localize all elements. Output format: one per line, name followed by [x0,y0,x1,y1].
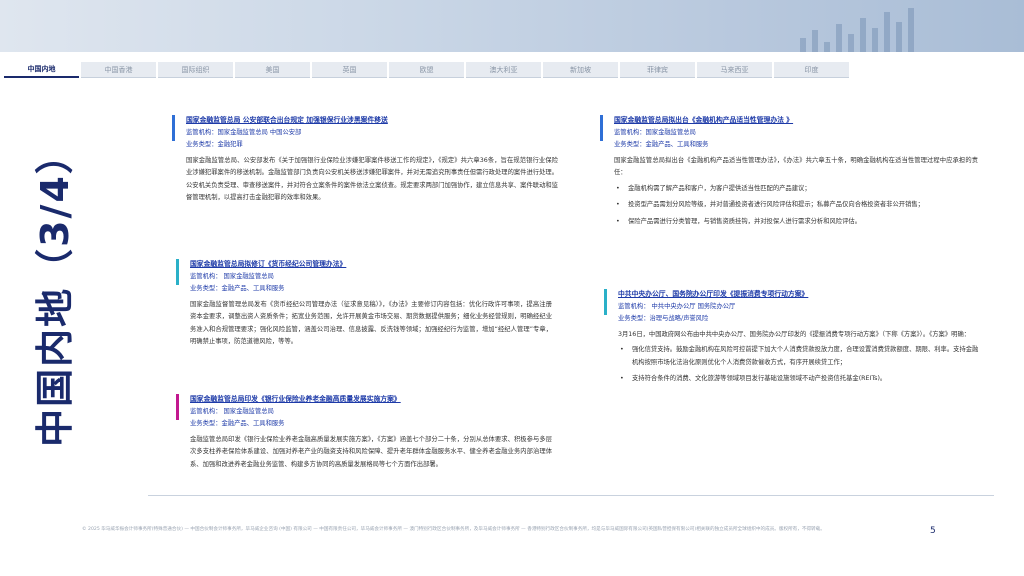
banner-bar [836,24,842,52]
card-regulator: 监管机构：国家金融监管总局 中国公安部 [186,128,302,136]
banner-bar [872,28,878,52]
card-category: 业务类型：金融产品、工具和服务 [190,420,285,427]
bullet-item: 投资型产品需划分风险等级，并对普通投资者进行风险评估和提示；私募产品仅向合格投资… [614,199,978,212]
copyright-footer: © 2025 毕马威华振会计师事务所(特殊普通合伙) — 中国合伙制会计师事务所… [82,527,825,532]
tab-malaysia[interactable]: 马来西亚 [697,62,772,78]
footer-divider [148,495,994,496]
card-category: 业务类型：金融犯罪 [186,141,243,148]
side-title: 中国内地（3/4） [32,133,77,447]
banner-bar [896,22,902,52]
banner-bar [824,42,830,52]
card-accent [600,115,603,141]
tab-uk[interactable]: 英国 [312,62,387,78]
tab-eu[interactable]: 欧盟 [389,62,464,78]
card-body: 金融监管总局印发《银行业保险业养老金融高质量发展实施方案》，《方案》涵盖七个部分… [190,435,552,468]
news-card: 中共中央办公厅、国务院办公厅印发《提振消费专项行动方案》 监管机构： 中共中央办… [604,288,980,390]
tab-mainland-china[interactable]: 中国内地 [4,62,79,78]
card-accent [176,394,179,420]
page-number: 5 [930,526,936,536]
news-card: 国家金融监管总局拟修订《货币经纪公司管理办法》 监管机构： 国家金融监管总局 业… [176,258,552,349]
card-category: 业务类型：治理与战略/声誉风险 [618,315,709,322]
tab-australia[interactable]: 澳大利亚 [466,62,541,78]
banner-bar [848,34,854,52]
news-card: 国家金融监管总局拟出台《金融机构产品适当性管理办法 》 监管机构：国家金融监管总… [600,114,978,232]
card-accent [172,115,175,141]
banner-bar [884,12,890,52]
banner-bar [860,18,866,52]
card-headline[interactable]: 国家金融监管总局拟出台《金融机构产品适当性管理办法 》 [614,114,978,127]
card-body: 国家金融监管总局、公安部发布《关于加强银行业保险业涉嫌犯罪案件移送工作的规定》，… [186,156,558,202]
tab-usa[interactable]: 美国 [235,62,310,78]
card-body: 国家金融监管总局拟出台《金融机构产品适当性管理办法》，《办法》共六章五十条，明确… [614,156,978,177]
banner-bar [908,8,914,52]
card-bullets: 强化信贷支持。鼓励金融机构在风险可控前提下加大个人消费贷款投放力度，合理设置消费… [618,344,980,386]
bullet-item: 金融机构需了解产品和客户，为客户提供适当性匹配的产品建议； [614,183,978,196]
card-headline[interactable]: 中共中央办公厅、国务院办公厅印发《提振消费专项行动方案》 [618,288,980,301]
side-title-box: 中国内地（3/4） [18,85,84,495]
card-regulator: 监管机构： 国家金融监管总局 [190,272,274,280]
card-accent [604,289,607,315]
tab-philippines[interactable]: 菲律宾 [620,62,695,78]
tab-hong-kong[interactable]: 中国香港 [81,62,156,78]
news-card: 国家金融监管总局印发《银行业保险业养老金融高质量发展实施方案》 监管机构： 国家… [176,393,552,471]
card-headline[interactable]: 国家金融监管总局拟修订《货币经纪公司管理办法》 [190,258,552,271]
card-body: 国家金融监督管理总局发布《货币经纪公司管理办法（征求意见稿）》，《办法》主要修订… [190,300,552,346]
tab-singapore[interactable]: 新加坡 [543,62,618,78]
card-body: 3月16日，中国政府网公布由中共中央办公厅、国务院办公厅印发的《提振消费专项行动… [618,330,971,338]
tab-india[interactable]: 印度 [774,62,849,78]
bullet-item: 支持符合条件的消费、文化旅游等领域项目发行基础设施领域不动产投资信托基金(REI… [618,373,980,386]
card-category: 业务类型：金融产品、工具和服务 [614,141,709,148]
region-tabs: 中国内地 中国香港 国际组织 美国 英国 欧盟 澳大利亚 新加坡 菲律宾 马来西… [0,62,1024,78]
tab-international-orgs[interactable]: 国际组织 [158,62,233,78]
card-regulator: 监管机构：国家金融监管总局 [614,128,696,136]
banner-bar [812,30,818,52]
card-headline[interactable]: 国家金融监管总局印发《银行业保险业养老金融高质量发展实施方案》 [190,393,552,406]
card-regulator: 监管机构： 中共中央办公厅 国务院办公厅 [618,302,736,310]
card-headline[interactable]: 国家金融监管总局 公安部联合出台规定 加强银保行业涉黑案件移送 [186,114,558,127]
card-bullets: 金融机构需了解产品和客户，为客户提供适当性匹配的产品建议； 投资型产品需划分风险… [614,183,978,229]
card-category: 业务类型：金融产品、工具和服务 [190,285,285,292]
bullet-item: 保险产品需进行分类管理，与销售资质挂钩，并对投保人进行需求分析和风险评估。 [614,216,978,229]
card-accent [176,259,179,285]
card-regulator: 监管机构： 国家金融监管总局 [190,407,274,415]
bullet-item: 强化信贷支持。鼓励金融机构在风险可控前提下加大个人消费贷款投放力度，合理设置消费… [618,344,980,369]
news-card: 国家金融监管总局 公安部联合出台规定 加强银保行业涉黑案件移送 监管机构：国家金… [172,114,558,205]
banner-bar [800,38,806,52]
header-banner [0,0,1024,52]
